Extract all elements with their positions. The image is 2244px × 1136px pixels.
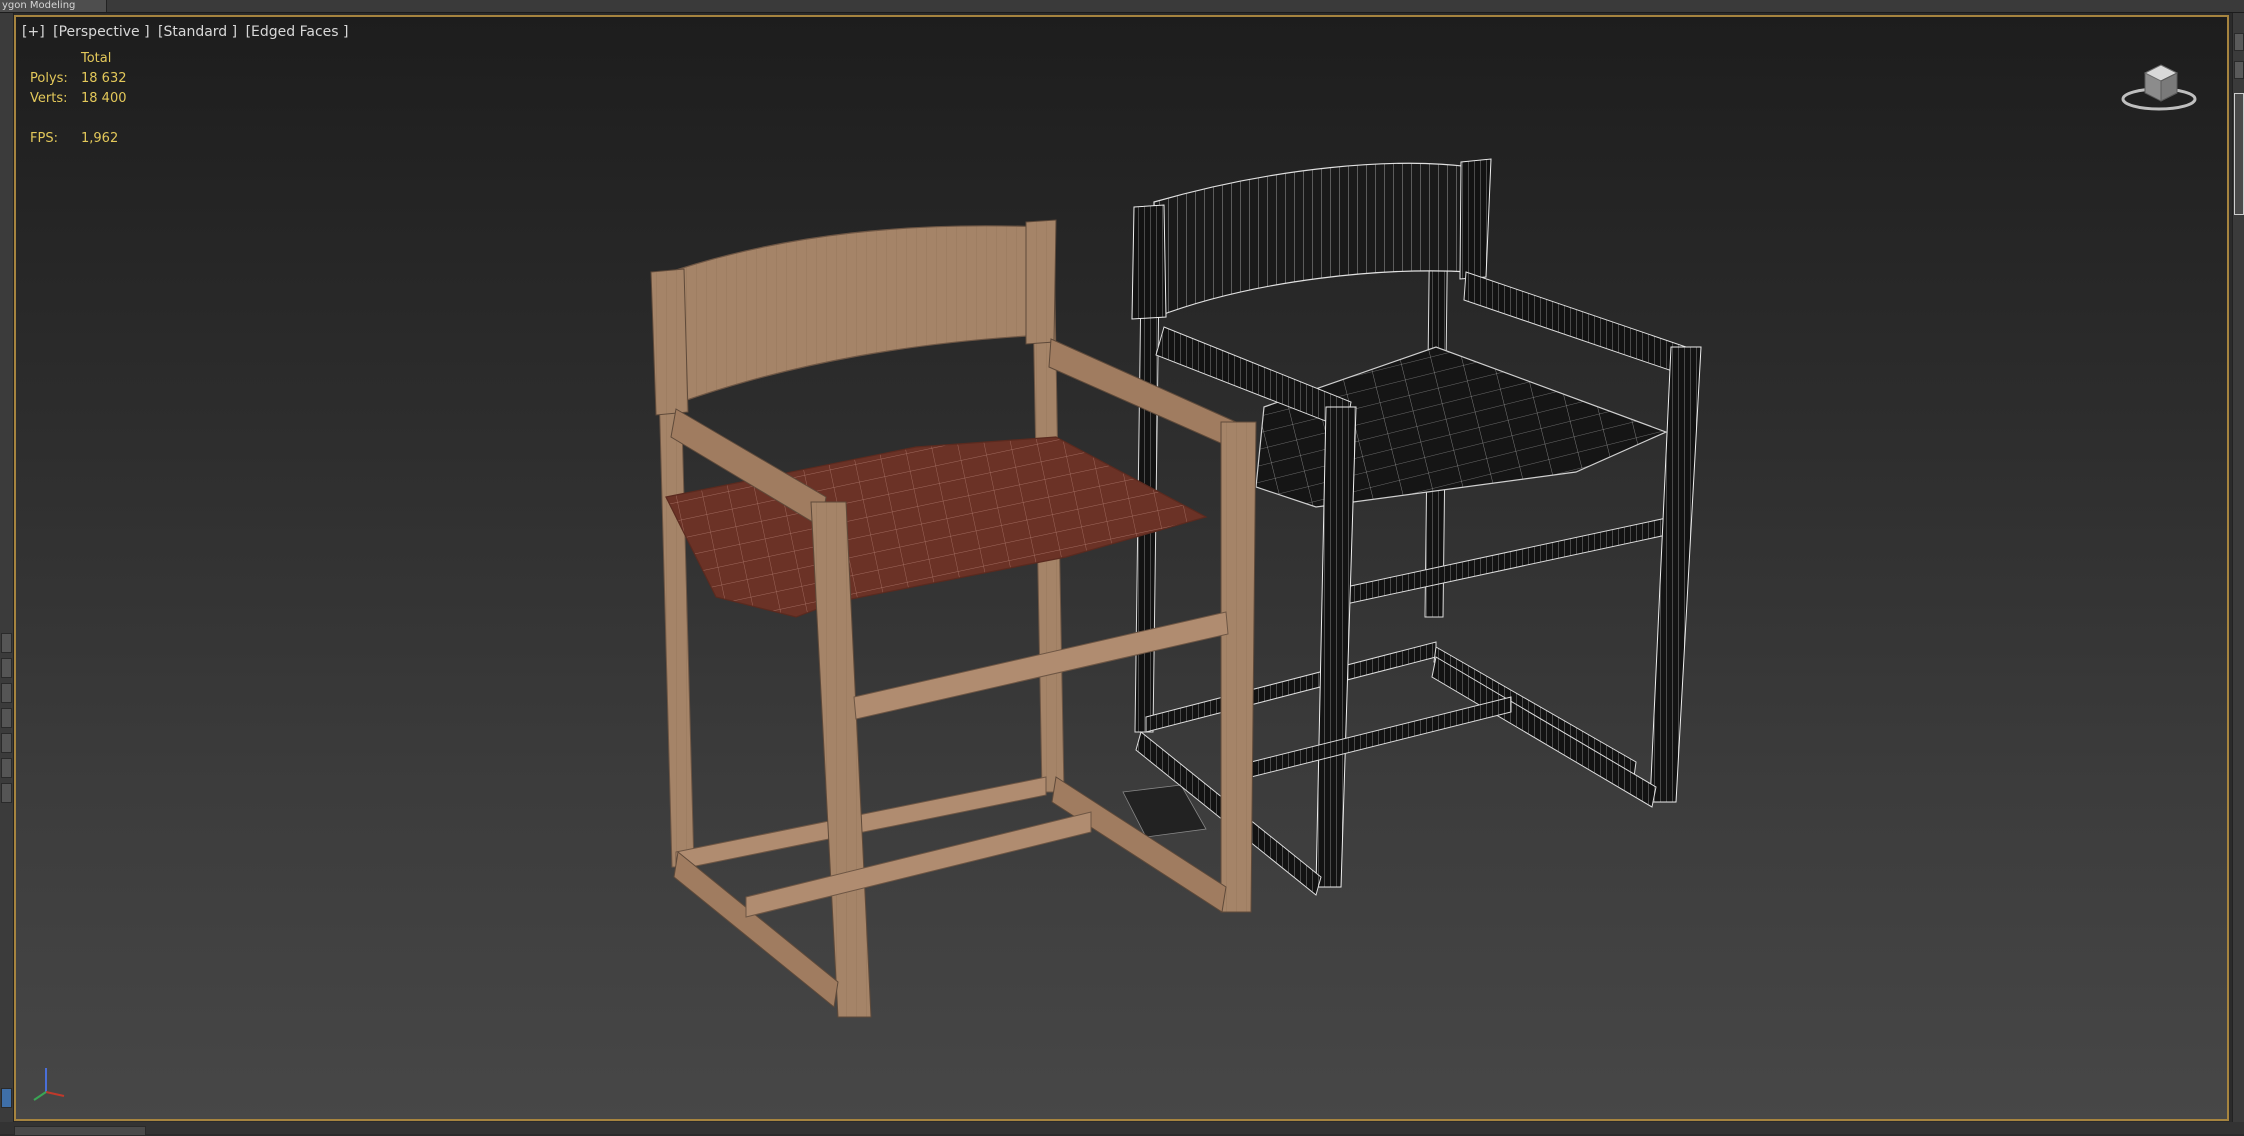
stats-polys-label: Polys: [30,71,68,86]
perspective-viewport[interactable]: [+] [Perspective ] [Standard ] [Edged Fa… [14,15,2229,1121]
left-strip-button[interactable] [1,758,12,778]
viewport-scene [650,158,1702,1018]
top-strip: ygon Modeling [0,0,2244,13]
axis-tripod-icon [33,1068,65,1101]
stats-verts-value: 18 400 [81,91,127,106]
right-strip-button[interactable] [2234,61,2244,79]
left-strip-button[interactable] [1,633,12,653]
left-strip-active-button[interactable] [1,1088,12,1108]
stats-verts-label: Verts: [30,91,68,106]
stats-fps-label: FPS: [30,131,58,146]
wireframe-chair-model[interactable] [1122,158,1702,896]
viewport-menu-plus[interactable]: [+] [22,24,45,40]
bottom-strip [0,1122,2244,1134]
left-strip-button[interactable] [1,708,12,728]
stats-polys-value: 18 632 [81,71,127,86]
viewport-menu-shading-standard[interactable]: [Standard ] [158,24,237,40]
bottom-tab[interactable] [14,1126,146,1136]
left-strip-button[interactable] [1,683,12,703]
viewport-menu-edged-faces[interactable]: [Edged Faces ] [246,24,349,40]
left-strip-button[interactable] [1,733,12,753]
right-command-strip [2232,13,2244,1134]
stats-total-header: Total [81,51,112,66]
left-command-strip [0,13,14,1134]
left-strip-button[interactable] [1,783,12,803]
viewport-label[interactable]: [+] [Perspective ] [Standard ] [Edged Fa… [22,24,352,40]
right-strip-button[interactable] [2234,33,2244,51]
viewport-menu-perspective[interactable]: [Perspective ] [53,24,149,40]
viewcube-icon[interactable] [2119,55,2199,115]
right-strip-panel[interactable] [2234,93,2244,215]
stats-fps-value: 1,962 [81,131,119,146]
left-strip-button[interactable] [1,658,12,678]
ribbon-tab-polygon-modeling[interactable]: ygon Modeling [0,0,107,12]
